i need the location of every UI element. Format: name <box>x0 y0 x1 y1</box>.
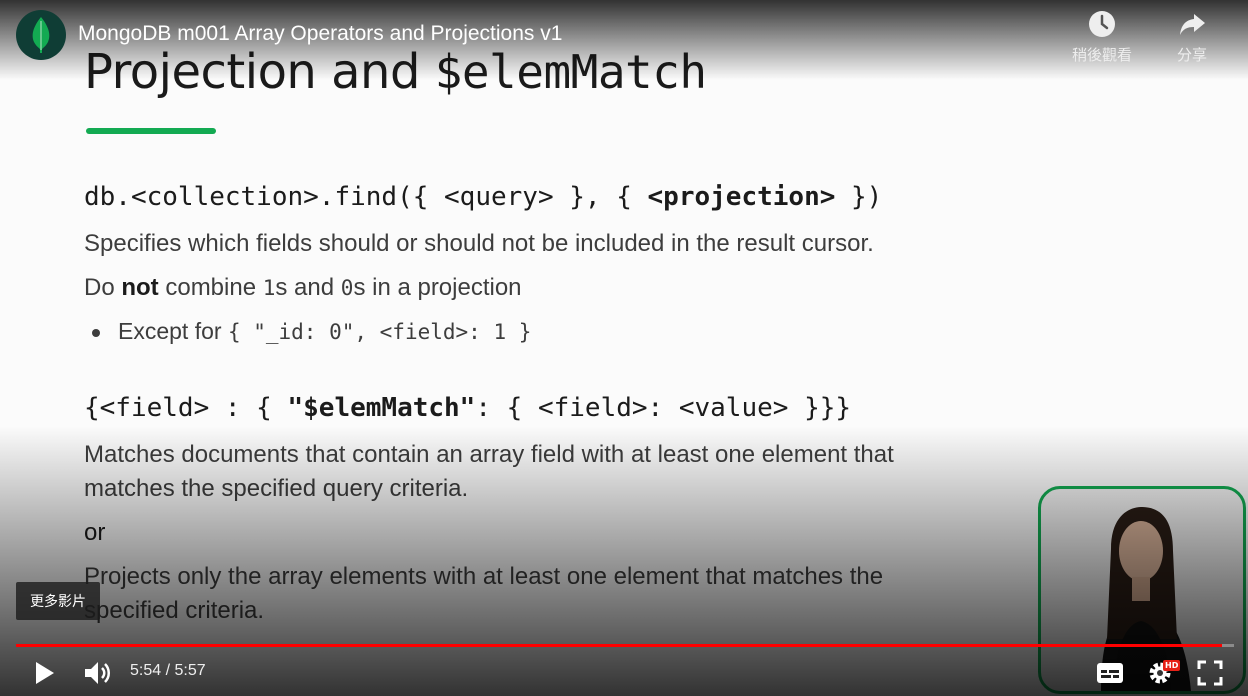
slide-title-text: Projection and <box>84 44 435 100</box>
find-syntax: db.<collection>.find({ <query> }, { <pro… <box>84 182 882 212</box>
clock-icon <box>1089 11 1115 37</box>
match-line-1: Matches documents that contain an array … <box>84 441 894 468</box>
find-suffix: }) <box>835 182 883 212</box>
find-projection: <projection> <box>647 182 836 212</box>
fullscreen-icon <box>1197 660 1223 686</box>
slide-title: Projection and $elemMatch <box>84 48 707 96</box>
share-icon <box>1180 14 1205 35</box>
hd-badge: HD <box>1163 660 1181 671</box>
elem-bold: "$elemMatch" <box>287 393 476 423</box>
elemmatch-syntax: {<field> : { "$elemMatch": { <field>: <v… <box>84 393 851 423</box>
time-display: 5:54 / 5:57 <box>130 662 206 679</box>
elemmatch-projection-description: Projects only the array elements with at… <box>84 560 883 628</box>
channel-avatar[interactable] <box>16 10 66 60</box>
elem-prefix: {<field> : { <box>84 393 288 423</box>
video-title[interactable]: MongoDB m001 Array Operators and Project… <box>78 22 562 46</box>
captions-icon <box>1097 663 1123 683</box>
volume-button[interactable] <box>82 656 114 690</box>
or-text: or <box>84 519 106 546</box>
bullet-text: Except for <box>118 318 228 344</box>
subtitles-button[interactable] <box>1096 656 1124 690</box>
mongodb-leaf-icon <box>32 17 50 53</box>
progress-bar[interactable] <box>16 644 1234 647</box>
progress-played <box>16 644 1222 647</box>
video-player[interactable]: Projection and $elemMatch db.<collection… <box>0 0 1248 696</box>
projection-description: Specifies which fields should or should … <box>84 230 874 257</box>
proj-line-1: Projects only the array elements with at… <box>84 563 884 590</box>
watch-later-label: 稍後觀看 <box>1071 46 1132 64</box>
rule-one: 1 <box>262 276 276 300</box>
elemmatch-description: Matches documents that contain an array … <box>84 438 894 506</box>
match-line-2: matches the specified query criteria. <box>84 475 469 502</box>
watch-later-button[interactable]: 稍後觀看 <box>1062 10 1142 65</box>
rule-text-e: s and <box>275 274 341 301</box>
share-label: 分享 <box>1176 46 1207 64</box>
fullscreen-button[interactable] <box>1196 656 1224 690</box>
find-prefix: db.<collection>.find({ <query> }, { <box>84 182 648 212</box>
rule-text-g: s in a projection <box>353 274 522 301</box>
share-button[interactable]: 分享 <box>1152 10 1232 65</box>
rule-not: not <box>121 274 159 301</box>
more-videos-button[interactable]: 更多影片 <box>16 582 100 620</box>
volume-icon <box>85 662 110 684</box>
rule-text-a: Do <box>84 274 122 301</box>
elem-suffix: : { <field>: <value> }}} <box>475 393 852 423</box>
rule-text-c: combine <box>158 274 263 301</box>
slide-title-code: $elemMatch <box>434 45 707 99</box>
rule-zero: 0 <box>340 276 354 300</box>
exception-bullet: Except for { "_id: 0", <field>: 1 } <box>92 318 531 345</box>
title-underline <box>86 128 216 134</box>
bullet-dot <box>92 328 100 337</box>
play-icon <box>36 662 54 684</box>
proj-line-2: specified criteria. <box>84 597 265 624</box>
bullet-code: { "_id: 0", <field>: 1 } <box>227 320 532 344</box>
projection-rule: Do not combine 1s and 0s in a projection <box>84 271 522 305</box>
play-button[interactable] <box>30 656 58 690</box>
